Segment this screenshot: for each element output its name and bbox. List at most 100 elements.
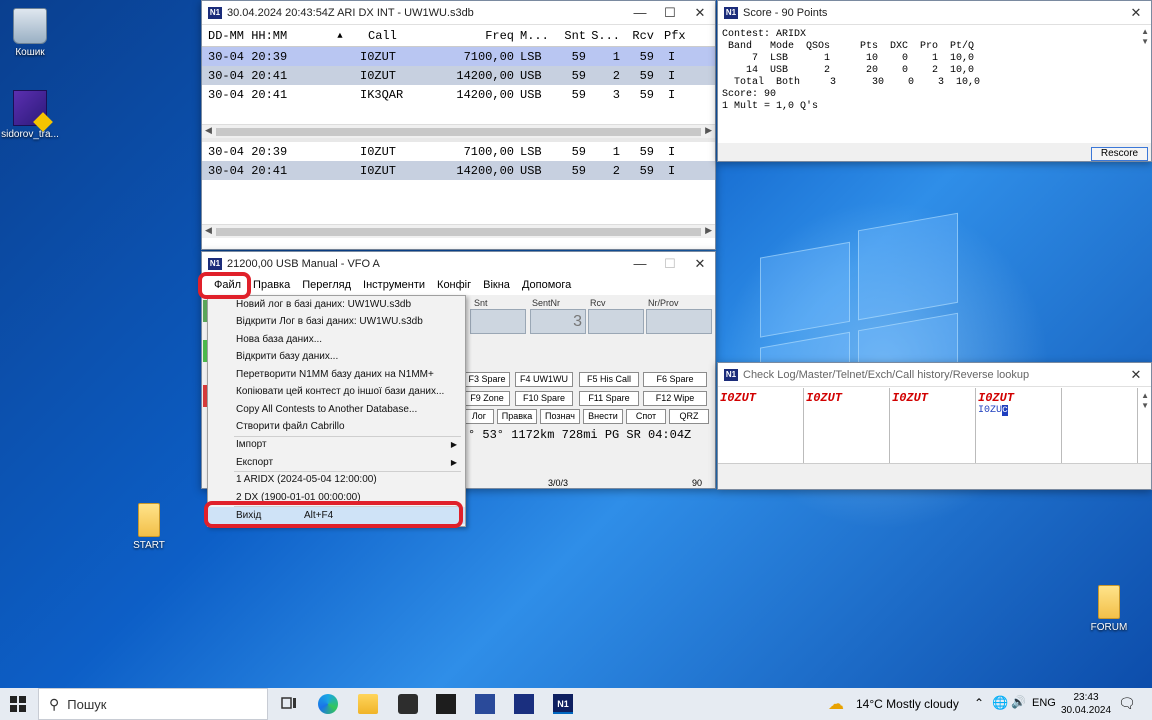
enter-button[interactable]: Внести <box>583 409 623 424</box>
col-date[interactable]: DD-MM HH:MM <box>202 29 320 43</box>
minimize-icon[interactable]: — <box>625 5 655 20</box>
snt-field[interactable] <box>470 309 526 334</box>
menu-tools[interactable]: Інструменти <box>357 279 431 291</box>
n1mm-taskbar-icon[interactable]: N1 <box>553 694 573 714</box>
rescore-button[interactable]: Rescore <box>1091 147 1148 161</box>
menu-item-open-database[interactable]: Відкрити базу даних... <box>208 348 465 365</box>
notifications-icon[interactable]: 🗨 <box>1118 695 1136 712</box>
scroll-down-icon[interactable]: ▼ <box>1141 401 1149 410</box>
windows-start-icon[interactable] <box>10 696 26 712</box>
col-serial[interactable]: S... <box>586 29 620 43</box>
menu-window[interactable]: Вікна <box>477 279 516 291</box>
partial-call[interactable]: I0ZUc <box>976 405 1061 416</box>
desktop-icon-start-folder[interactable]: START <box>114 503 184 551</box>
col-snt[interactable]: Snt <box>554 29 586 43</box>
f11-key-button[interactable]: F11 Spare <box>579 391 639 406</box>
spot-button[interactable]: Спот <box>626 409 666 424</box>
sentnr-field[interactable]: 3 <box>530 309 586 334</box>
score-window[interactable]: N1 Score - 90 Points ✕ Contest: ARIDX Ba… <box>717 0 1152 162</box>
menu-config[interactable]: Конфіг <box>431 279 477 291</box>
menu-item-new-database[interactable]: Нова база даних... <box>208 331 465 348</box>
minimize-icon[interactable]: — <box>625 256 655 271</box>
check-window-titlebar[interactable]: N1 Check Log/Master/Telnet/Exch/Call his… <box>718 363 1151 387</box>
qrz-button[interactable]: QRZ <box>669 409 709 424</box>
col-rcv[interactable]: Rcv <box>620 29 654 43</box>
log-button[interactable]: Лог <box>464 409 494 424</box>
table-row[interactable]: 30-04 20:41 IK3QAR 14200,00 USB 59 3 59 I <box>202 85 715 104</box>
close-icon[interactable]: ✕ <box>1121 5 1151 21</box>
edge-browser-icon[interactable] <box>318 694 338 714</box>
network-icon[interactable]: 🌐 <box>992 695 1008 711</box>
weather-cloud-icon[interactable]: ☁ <box>828 694 844 714</box>
table-row[interactable]: 30-04 20:41 I0ZUT 14200,00 USB 59 2 59 I <box>202 66 715 85</box>
table-row[interactable]: 30-04 20:39 I0ZUT 7100,00 LSB 59 1 59 I <box>202 142 715 161</box>
check-call[interactable]: I0ZUT <box>804 388 889 408</box>
volume-icon[interactable]: 🔊 <box>1011 695 1026 709</box>
edit-button[interactable]: Правка <box>497 409 537 424</box>
save-disk-icon[interactable] <box>475 694 495 714</box>
f10-key-button[interactable]: F10 Spare <box>515 391 573 406</box>
f5-key-button[interactable]: F5 His Call <box>579 372 639 387</box>
menu-item-new-log[interactable]: Новий лог в базі даних: UW1WU.s3db <box>208 296 465 313</box>
check-call[interactable]: I0ZUT <box>718 388 803 408</box>
scroll-up-icon[interactable]: ▲ <box>1141 391 1149 400</box>
check-window[interactable]: N1 Check Log/Master/Telnet/Exch/Call his… <box>717 362 1152 490</box>
score-window-titlebar[interactable]: N1 Score - 90 Points ✕ <box>718 1 1151 25</box>
file-explorer-icon[interactable] <box>358 694 378 714</box>
nrprov-field[interactable] <box>646 309 712 334</box>
cell-call: IK3QAR <box>360 87 404 102</box>
col-pfx[interactable]: Pfx <box>654 29 686 43</box>
log-window[interactable]: N1 30.04.2024 20:43:54Z ARI DX INT - UW1… <box>201 0 716 250</box>
table-row[interactable]: 30-04 20:39 I0ZUT 7100,00 LSB 59 1 59 I <box>202 47 715 66</box>
cell-pfx: I <box>668 68 676 83</box>
scroll-up-icon[interactable]: ▲ <box>1141 27 1149 36</box>
status-strip <box>203 385 207 407</box>
f12-key-button[interactable]: F12 Wipe <box>643 391 707 406</box>
col-freq[interactable]: Freq <box>444 29 514 43</box>
horizontal-scrollbar[interactable]: ◀ ▶ <box>202 224 715 238</box>
menu-item-copy-all-contests[interactable]: Copy All Contests to Another Database... <box>208 401 465 418</box>
mark-button[interactable]: Познач <box>540 409 580 424</box>
mail-icon[interactable] <box>436 694 456 714</box>
menu-item-convert-database[interactable]: Перетворити N1MM базу даних на N1MM+ <box>208 366 465 383</box>
menu-help[interactable]: Допомога <box>516 279 577 291</box>
language-indicator[interactable]: ENG <box>1032 697 1056 709</box>
f6-key-button[interactable]: F6 Spare <box>643 372 707 387</box>
table-row[interactable]: 30-04 20:41 I0ZUT 14200,00 USB 59 2 59 I <box>202 161 715 180</box>
close-icon[interactable]: ✕ <box>1121 367 1151 383</box>
menu-item-export[interactable]: Експорт ▶ <box>208 454 465 471</box>
col-mode[interactable]: M... <box>514 29 554 43</box>
desktop-icon-forum-folder[interactable]: FORUM <box>1074 585 1144 633</box>
menu-item-cabrillo[interactable]: Створити файл Cabrillo <box>208 418 465 435</box>
menu-item-import[interactable]: Імпорт ▶ <box>208 436 465 453</box>
check-call[interactable]: I0ZUT <box>976 388 1061 405</box>
close-icon[interactable]: ✕ <box>685 5 715 21</box>
horizontal-scrollbar[interactable]: ◀ ▶ <box>202 124 715 138</box>
weather-text[interactable]: 14°C Mostly cloudy <box>856 697 959 711</box>
rcv-field[interactable] <box>588 309 644 334</box>
check-call[interactable]: I0ZUT <box>890 388 975 408</box>
taskbar-search-box[interactable]: ⚲ Пошук <box>38 688 268 720</box>
entry-window-titlebar[interactable]: N1 21200,00 USB Manual - VFO A — ☐ ✕ <box>202 252 715 276</box>
menu-view[interactable]: Перегляд <box>296 279 357 291</box>
log-window-titlebar[interactable]: N1 30.04.2024 20:43:54Z ARI DX INT - UW1… <box>202 1 715 25</box>
close-icon[interactable]: ✕ <box>685 256 715 272</box>
f4-key-button[interactable]: F4 UW1WU <box>515 372 573 387</box>
scroll-down-icon[interactable]: ▼ <box>1141 37 1149 46</box>
f9-key-button[interactable]: F9 Zone <box>464 391 510 406</box>
menu-edit[interactable]: Правка <box>247 279 296 291</box>
maximize-icon[interactable]: ☐ <box>655 256 685 272</box>
desktop-icon-recycle-bin[interactable]: Кошик <box>0 8 65 58</box>
task-view-icon[interactable] <box>280 694 300 714</box>
maximize-icon[interactable]: ☐ <box>655 5 685 21</box>
f3-key-button[interactable]: F3 Spare <box>464 372 510 387</box>
col-call[interactable]: Call <box>320 29 444 43</box>
app-grid-icon[interactable] <box>514 694 534 714</box>
menu-item-copy-contest[interactable]: Копіювати цей контест до іншої бази дани… <box>208 383 465 400</box>
tray-chevron-icon[interactable]: ⌃ <box>974 696 984 710</box>
store-icon[interactable] <box>398 694 418 714</box>
desktop-icon-pdf-file[interactable]: sidorov_tra... <box>0 90 65 140</box>
taskbar-clock[interactable]: 23:43 30.04.2024 <box>1061 691 1111 717</box>
menu-item-open-log[interactable]: Відкрити Лог в базі даних: UW1WU.s3db <box>208 313 465 330</box>
menu-item-recent-1[interactable]: 1 ARIDX (2024-05-04 12:00:00) <box>208 471 465 488</box>
